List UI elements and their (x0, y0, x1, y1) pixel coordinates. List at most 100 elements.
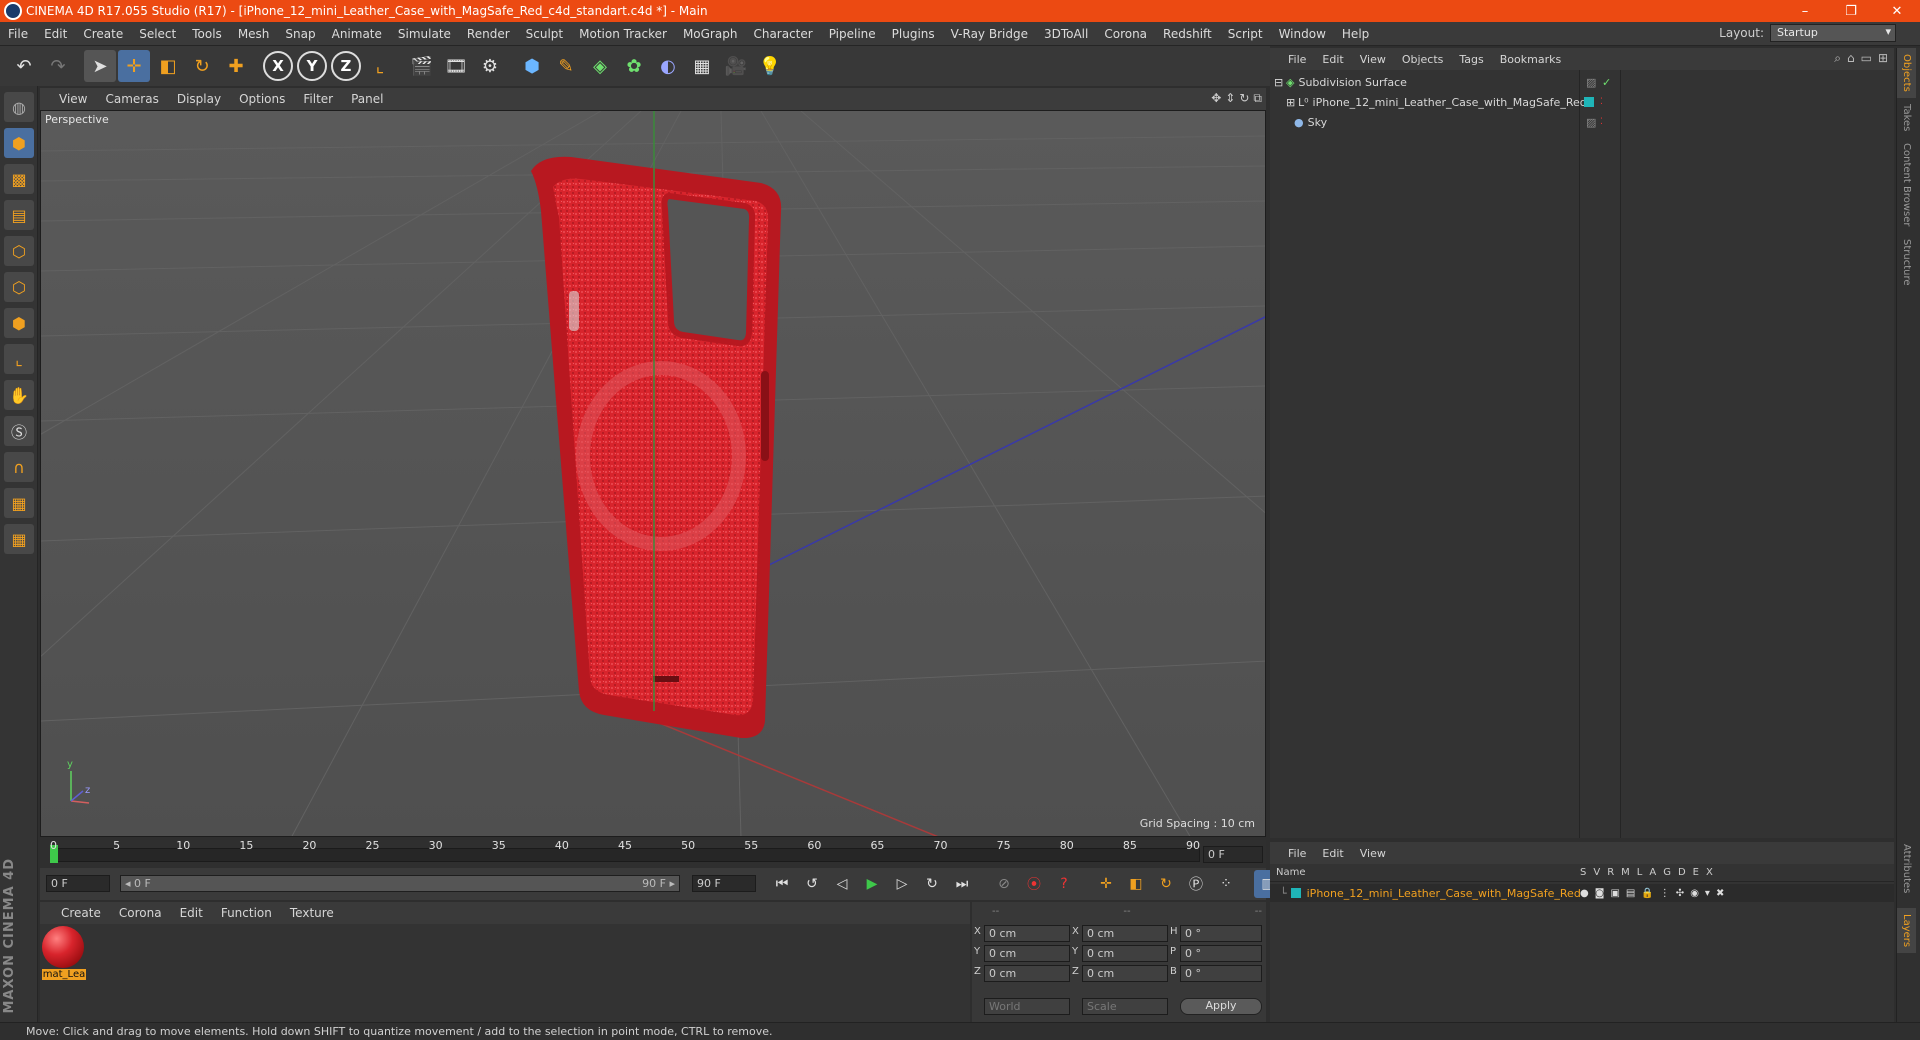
select-arrow-icon[interactable]: ➤ (84, 50, 116, 82)
layer-col-solo[interactable]: S (1580, 867, 1586, 878)
tweak-mode-icon[interactable]: ✋ (4, 380, 34, 410)
solo-mode-icon[interactable]: Ⓢ (4, 416, 34, 446)
menu-motion-tracker[interactable]: Motion Tracker (571, 27, 675, 41)
object-menu-bookmarks[interactable]: Bookmarks (1492, 53, 1569, 66)
object-menu-tags[interactable]: Tags (1451, 53, 1491, 66)
key-scale-icon[interactable]: ◧ (1122, 870, 1150, 898)
position-z-field[interactable]: 0 cm (984, 965, 1070, 982)
material-swatch[interactable]: mat_Lea (42, 926, 86, 984)
menu-vray-bridge[interactable]: V-Ray Bridge (943, 27, 1036, 41)
layer-deform-icon[interactable]: ◉ (1690, 888, 1699, 899)
apply-button[interactable]: Apply (1180, 998, 1262, 1015)
start-frame-field[interactable]: 0 F (46, 875, 110, 892)
menu-render[interactable]: Render (459, 27, 518, 41)
menu-help[interactable]: Help (1334, 27, 1377, 41)
position-y-field[interactable]: 0 cm (984, 945, 1070, 962)
workplane-lock-icon[interactable]: ▦ (4, 488, 34, 518)
go-to-start-icon[interactable]: ⏮ (768, 870, 796, 898)
coordinate-system-icon[interactable]: ⌞ (364, 50, 396, 82)
menu-redshift[interactable]: Redshift (1155, 27, 1220, 41)
viewport-maximize-icon[interactable]: ⧉ (1253, 91, 1262, 106)
menu-window[interactable]: Window (1271, 27, 1334, 41)
floor-icon[interactable]: ▦ (686, 50, 718, 82)
tab-structure[interactable]: Structure (1897, 233, 1916, 292)
current-frame-field[interactable]: 0 F (1203, 846, 1263, 863)
layer-col-animation[interactable]: A (1649, 867, 1656, 878)
object-home-icon[interactable]: ⌂ (1847, 51, 1855, 66)
menu-3dtoall[interactable]: 3DToAll (1036, 27, 1096, 41)
viewport-menu-view[interactable]: View (50, 92, 96, 106)
menu-pipeline[interactable]: Pipeline (821, 27, 884, 41)
light-icon[interactable]: 💡 (754, 50, 786, 82)
render-picture-viewer-icon[interactable]: 🎞 (440, 50, 472, 82)
menu-edit[interactable]: Edit (36, 27, 75, 41)
viewport-menu-filter[interactable]: Filter (294, 92, 342, 106)
layer-col-manager[interactable]: M (1621, 867, 1630, 878)
live-select-icon[interactable]: ✚ (220, 50, 252, 82)
end-frame-field[interactable]: 90 F (692, 875, 756, 892)
layout-select[interactable]: Startup (1770, 24, 1896, 42)
layer-col-generators[interactable]: G (1663, 867, 1671, 878)
expand-icon[interactable]: ⊞ (1286, 96, 1295, 109)
render-settings-icon[interactable]: ⚙ (474, 50, 506, 82)
layer-expr-icon[interactable]: ▾ (1705, 888, 1710, 899)
object-menu-edit[interactable]: Edit (1314, 53, 1351, 66)
object-expand-icon[interactable]: ⊞ (1878, 51, 1888, 66)
menu-character[interactable]: Character (745, 27, 820, 41)
menu-file[interactable]: File (0, 27, 36, 41)
material-menu-function[interactable]: Function (212, 906, 281, 920)
timeline-ruler[interactable]: 0 5 10 15 20 25 30 35 40 45 50 55 60 65 70 75 80 85 90 0 F (40, 839, 1266, 868)
object-menu-file[interactable]: File (1280, 53, 1314, 66)
size-z-field[interactable]: 0 cm (1082, 965, 1168, 982)
texture-mode-icon[interactable]: ▩ (4, 164, 34, 194)
layer-anim-icon[interactable]: ⋮ (1660, 888, 1670, 899)
play-icon[interactable]: ▶ (858, 870, 886, 898)
minimize-button[interactable]: – (1782, 0, 1828, 22)
enabled-check-icon[interactable]: ✓ (1602, 76, 1611, 89)
tab-takes[interactable]: Takes (1897, 98, 1916, 137)
menu-create[interactable]: Create (75, 27, 131, 41)
layer-render-icon[interactable]: ▣ (1610, 888, 1619, 899)
object-menu-objects[interactable]: Objects (1394, 53, 1452, 66)
collapse-icon[interactable]: ⊟ (1274, 76, 1283, 89)
menu-snap[interactable]: Snap (277, 27, 323, 41)
polygons-mode-icon[interactable]: ⬢ (4, 308, 34, 338)
size-x-field[interactable]: 0 cm (1082, 925, 1168, 942)
object-menu-view[interactable]: View (1352, 53, 1394, 66)
visibility-dots[interactable]: ▨ (1586, 116, 1596, 129)
layer-manager-icon[interactable]: ▤ (1626, 888, 1635, 899)
layer-solo-icon[interactable]: ● (1580, 888, 1589, 899)
layer-col-view[interactable]: V (1593, 867, 1600, 878)
layer-lock-icon[interactable]: 🔒 (1641, 888, 1653, 899)
perspective-viewport[interactable]: y z Perspective Grid Spacing : 10 cm (40, 110, 1266, 837)
points-mode-icon[interactable]: ⬡ (4, 236, 34, 266)
tab-content-browser[interactable]: Content Browser (1897, 137, 1916, 232)
close-button[interactable]: ✕ (1874, 0, 1920, 22)
layer-gen-icon[interactable]: ✣ (1676, 888, 1684, 899)
material-menu-create[interactable]: Create (52, 906, 110, 920)
layer-col-expressions[interactable]: E (1693, 867, 1699, 878)
model-mode-icon[interactable]: ⬢ (4, 128, 34, 158)
previous-frame-icon[interactable]: ◁ (828, 870, 856, 898)
tab-attributes[interactable]: Attributes (1897, 838, 1916, 899)
menu-mesh[interactable]: Mesh (230, 27, 278, 41)
viewport-menu-panel[interactable]: Panel (342, 92, 392, 106)
render-view-icon[interactable]: 🎬 (406, 50, 438, 82)
grid-snap-icon[interactable]: ▦ (4, 524, 34, 554)
key-parameter-icon[interactable]: Ⓟ (1182, 870, 1210, 898)
key-position-icon[interactable]: ✛ (1092, 870, 1120, 898)
edges-mode-icon[interactable]: ⬡ (4, 272, 34, 302)
y-axis-lock-button[interactable]: Y (296, 50, 328, 82)
move-tool-icon[interactable]: ✛ (118, 50, 150, 82)
material-menu-edit[interactable]: Edit (171, 906, 212, 920)
rotation-h-field[interactable]: 0 ° (1180, 925, 1262, 942)
deformer-icon[interactable]: ◐ (652, 50, 684, 82)
layer-col-locked[interactable]: L (1637, 867, 1643, 878)
viewport-menu-cameras[interactable]: Cameras (96, 92, 167, 106)
visibility-dots[interactable]: ▨ (1586, 76, 1596, 89)
rotate-tool-icon[interactable]: ↻ (186, 50, 218, 82)
object-search-icon[interactable]: ⌕ (1834, 51, 1841, 66)
z-axis-lock-button[interactable]: Z (330, 50, 362, 82)
cloner-icon[interactable]: ✿ (618, 50, 650, 82)
menu-script[interactable]: Script (1220, 27, 1271, 41)
